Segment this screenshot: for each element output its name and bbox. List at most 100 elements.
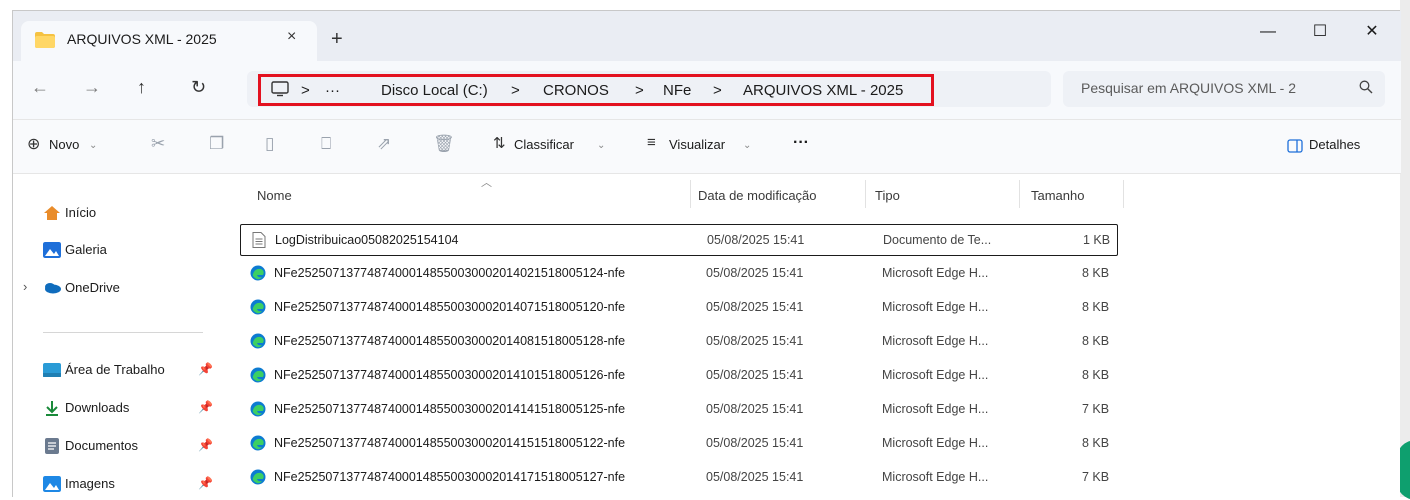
file-row[interactable]: NFe2525071377487400014855003000201402151… [240,258,1118,290]
minimize-button[interactable]: — [1245,17,1291,47]
file-modified: 05/08/2025 15:41 [707,233,805,247]
details-pane-icon [1287,139,1303,153]
sidebar-item-desktop[interactable]: Área de Trabalho 📌 [13,356,218,386]
sidebar-item-label: Galeria [65,242,107,257]
file-size: 7 KB [1082,470,1110,484]
up-button[interactable]: ↑ [137,77,146,98]
chevron-down-icon: ⌄ [743,140,752,151]
file-name: NFe2525071377487400014855003000201417151… [274,470,626,484]
refresh-button[interactable]: ↻ [191,77,206,98]
file-name: NFe2525071377487400014855003000201410151… [274,368,626,382]
column-divider[interactable] [1123,180,1124,208]
chevron-down-icon: ⌄ [597,140,606,151]
breadcrumb-separator: > [511,82,520,99]
view-icon: ≡ [647,134,656,151]
file-type: Microsoft Edge H... [882,334,989,348]
sidebar-item-downloads[interactable]: Downloads 📌 [13,394,218,424]
file-modified: 05/08/2025 15:41 [706,470,804,484]
sidebar-item-label: Documentos [65,438,138,453]
sort-button[interactable]: Classificar [514,137,574,152]
edge-icon [250,401,266,417]
computer-icon[interactable] [271,81,289,97]
edge-icon [250,265,266,281]
edge-icon [250,333,266,349]
search-icon[interactable] [1359,80,1373,94]
file-size: 8 KB [1082,300,1110,314]
breadcrumb-cronos[interactable]: CRONOS [543,82,609,99]
plus-circle-icon: ⊕ [27,136,41,153]
tab-arquivos[interactable]: ARQUIVOS XML - 2025 × [21,21,317,61]
file-explorer-window: ARQUIVOS XML - 2025 × + — ☐ ✕ ← → ↑ ↻ > … [12,10,1401,500]
column-header-type[interactable]: Tipo [875,188,900,203]
gallery-icon [43,242,61,258]
column-header-size[interactable]: Tamanho [1031,188,1084,203]
forward-button[interactable]: → [83,77,101,98]
file-row[interactable]: NFe2525071377487400014855003000201407151… [240,292,1118,324]
file-size: 8 KB [1082,334,1110,348]
file-modified: 05/08/2025 15:41 [706,402,804,416]
breadcrumb-nfe[interactable]: NFe [663,82,691,99]
background-strip [0,0,1410,10]
maximize-button[interactable]: ☐ [1297,17,1343,47]
file-size: 7 KB [1082,402,1110,416]
new-button[interactable]: Novo [49,137,79,152]
file-row[interactable]: NFe2525071377487400014855003000201414151… [240,394,1118,426]
sidebar-item-label: Imagens [65,476,115,491]
sidebar-item-documentos[interactable]: Documentos 📌 [13,432,218,462]
column-divider[interactable] [690,180,691,208]
details-button[interactable]: Detalhes [1309,137,1360,152]
breadcrumb-disco-local[interactable]: Disco Local (C:) [381,82,488,99]
sidebar-item-label: Área de Trabalho [65,362,165,377]
file-modified: 05/08/2025 15:41 [706,266,804,280]
search-box[interactable]: Pesquisar em ARQUIVOS XML - 2 [1063,71,1385,107]
search-input[interactable]: Pesquisar em ARQUIVOS XML - 2 [1081,80,1296,96]
pin-icon[interactable]: 📌 [198,476,213,490]
back-button[interactable]: ← [31,77,49,98]
edge-icon [250,299,266,315]
view-button[interactable]: Visualizar [669,137,725,152]
edge-icon [250,367,266,383]
sidebar-item-inicio[interactable]: Início [13,199,218,229]
column-divider[interactable] [1019,180,1020,208]
share-icon[interactable]: ⇗ [377,134,391,154]
column-header-modified[interactable]: Data de modificação [698,188,817,203]
file-name: NFe2525071377487400014855003000201415151… [274,436,626,450]
address-row: ← → ↑ ↻ > ··· Disco Local (C:) > CRONOS … [13,61,1401,119]
file-row[interactable]: LogDistribuicao05082025154104 05/08/2025… [240,224,1118,256]
pin-icon[interactable]: 📌 [198,438,213,452]
paste-icon[interactable]: ▯ [265,134,274,154]
new-tab-button[interactable]: + [331,28,343,51]
download-icon [46,401,58,416]
file-modified: 05/08/2025 15:41 [706,368,804,382]
more-options-button[interactable]: ··· [793,134,809,152]
chevron-right-icon[interactable]: › [23,279,27,294]
file-name: NFe2525071377487400014855003000201408151… [274,334,626,348]
sidebar-item-onedrive[interactable]: › OneDrive [13,274,218,304]
sidebar-item-imagens[interactable]: Imagens 📌 [13,470,218,500]
edge-icon [250,469,266,485]
column-divider[interactable] [865,180,866,208]
close-window-button[interactable]: ✕ [1349,17,1395,47]
rename-icon[interactable]: ⎕ [321,134,331,154]
text-file-icon [252,232,266,248]
file-size: 8 KB [1082,266,1110,280]
breadcrumb-more[interactable]: ··· [325,82,340,99]
file-type: Microsoft Edge H... [882,436,989,450]
pin-icon[interactable]: 📌 [198,400,213,414]
file-type: Microsoft Edge H... [882,402,989,416]
delete-icon[interactable]: 🗑 [433,134,455,154]
sidebar-item-galeria[interactable]: Galeria [13,236,218,266]
file-row[interactable]: NFe2525071377487400014855003000201417151… [240,462,1118,494]
file-type: Microsoft Edge H... [882,470,989,484]
file-row[interactable]: NFe2525071377487400014855003000201408151… [240,326,1118,358]
file-row[interactable]: NFe2525071377487400014855003000201415151… [240,428,1118,460]
pin-icon[interactable]: 📌 [198,362,213,376]
cut-icon[interactable]: ✂ [151,134,165,154]
file-size: 8 KB [1082,436,1110,450]
file-row[interactable]: NFe2525071377487400014855003000201410151… [240,360,1118,392]
column-header-name[interactable]: Nome [257,188,292,203]
copy-icon[interactable]: ❐ [209,134,224,154]
breadcrumb-arquivos-xml[interactable]: ARQUIVOS XML - 2025 [743,82,903,99]
close-tab-button[interactable]: × [287,28,296,46]
file-modified: 05/08/2025 15:41 [706,300,804,314]
